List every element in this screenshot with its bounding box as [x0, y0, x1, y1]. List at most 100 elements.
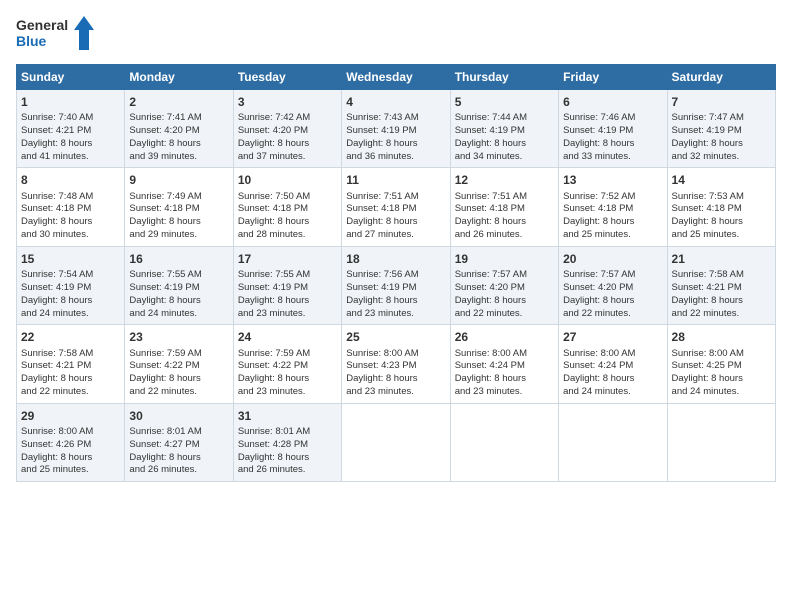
day-number: 18 [346, 251, 445, 267]
cell-line: Sunset: 4:21 PM [21, 360, 120, 373]
cell-line: Daylight: 8 hours [129, 138, 228, 151]
cell-line: Sunrise: 8:00 AM [346, 348, 445, 361]
cell-line: and 25 minutes. [672, 229, 771, 242]
calendar-cell: 28Sunrise: 8:00 AMSunset: 4:25 PMDayligh… [667, 325, 775, 403]
cell-line: Daylight: 8 hours [455, 295, 554, 308]
header-cell-thursday: Thursday [450, 65, 558, 90]
cell-line: and 22 minutes. [672, 308, 771, 321]
cell-line: Sunrise: 8:00 AM [563, 348, 662, 361]
cell-line: and 28 minutes. [238, 229, 337, 242]
calendar-cell: 11Sunrise: 7:51 AMSunset: 4:18 PMDayligh… [342, 168, 450, 246]
cell-line: Sunset: 4:20 PM [238, 125, 337, 138]
cell-line: Sunrise: 7:53 AM [672, 191, 771, 204]
day-number: 25 [346, 329, 445, 345]
cell-line: Sunrise: 8:00 AM [455, 348, 554, 361]
cell-line: and 39 minutes. [129, 151, 228, 164]
cell-line: Daylight: 8 hours [563, 295, 662, 308]
cell-line: Sunrise: 7:40 AM [21, 112, 120, 125]
week-row-3: 15 Sunrise: 7:54 AMSunset: 4:19 PM Dayligh… [17, 246, 776, 324]
cell-line: Daylight: 8 hours [21, 452, 120, 465]
cell-line: Daylight: 8 hours [672, 138, 771, 151]
cell-line: Daylight: 8 hours [238, 452, 337, 465]
calendar-cell: 17Sunrise: 7:55 AMSunset: 4:19 PMDayligh… [233, 246, 341, 324]
cell-line: Sunset: 4:22 PM [129, 360, 228, 373]
day-number: 1 [21, 94, 120, 110]
cell-line: Sunset: 4:25 PM [672, 360, 771, 373]
day-number: 20 [563, 251, 662, 267]
cell-line: Sunset: 4:19 PM [563, 125, 662, 138]
cell-line: Sunrise: 7:44 AM [455, 112, 554, 125]
cell-line: Sunrise: 7:49 AM [129, 191, 228, 204]
day-number: 15 [21, 251, 120, 267]
cell-line: and 30 minutes. [21, 229, 120, 242]
cell-line: and 23 minutes. [238, 308, 337, 321]
week-row-2: 8Sunrise: 7:48 AMSunset: 4:18 PMDaylight… [17, 168, 776, 246]
cell-line: and 32 minutes. [672, 151, 771, 164]
cell-line: and 25 minutes. [563, 229, 662, 242]
day-number: 17 [238, 251, 337, 267]
cell-line: Sunrise: 7:41 AM [129, 112, 228, 125]
calendar-cell: 16Sunrise: 7:55 AMSunset: 4:19 PMDayligh… [125, 246, 233, 324]
cell-line: and 22 minutes. [563, 308, 662, 321]
day-number: 21 [672, 251, 771, 267]
header-cell-friday: Friday [559, 65, 667, 90]
calendar-cell [667, 403, 775, 481]
week-row-5: 29Sunrise: 8:00 AMSunset: 4:26 PMDayligh… [17, 403, 776, 481]
cell-line: Sunrise: 7:51 AM [455, 191, 554, 204]
cell-line: and 22 minutes. [129, 386, 228, 399]
cell-line: Daylight: 8 hours [346, 373, 445, 386]
logo-svg: General Blue [16, 14, 96, 54]
cell-line: and 22 minutes. [455, 308, 554, 321]
cell-line: and 22 minutes. [21, 386, 120, 399]
cell-line: Sunrise: 8:01 AM [238, 426, 337, 439]
logo: General Blue [16, 14, 96, 54]
cell-line: Daylight: 8 hours [455, 138, 554, 151]
cell-line: Daylight: 8 hours [346, 216, 445, 229]
cell-line: Sunset: 4:20 PM [129, 125, 228, 138]
cell-line: Sunrise: 7:46 AM [563, 112, 662, 125]
cell-line: Daylight: 8 hours [21, 373, 120, 386]
cell-line: Daylight: 8 hours [238, 373, 337, 386]
cell-line: Daylight: 8 hours [455, 216, 554, 229]
cell-line: Sunrise: 8:01 AM [129, 426, 228, 439]
cell-line: and 23 minutes. [455, 386, 554, 399]
cell-line: Sunset: 4:18 PM [129, 203, 228, 216]
calendar-cell: 22Sunrise: 7:58 AMSunset: 4:21 PMDayligh… [17, 325, 125, 403]
day-number: 6 [563, 94, 662, 110]
calendar-cell: 12Sunrise: 7:51 AMSunset: 4:18 PMDayligh… [450, 168, 558, 246]
day-number: 7 [672, 94, 771, 110]
cell-line: Sunset: 4:20 PM [563, 282, 662, 295]
cell-line: Sunrise: 7:51 AM [346, 191, 445, 204]
cell-line: Sunrise: 7:54 AM [21, 269, 120, 282]
calendar-cell: 24Sunrise: 7:59 AMSunset: 4:22 PMDayligh… [233, 325, 341, 403]
day-number: 31 [238, 408, 337, 424]
cell-line: and 29 minutes. [129, 229, 228, 242]
cell-line: Sunset: 4:19 PM [21, 282, 120, 295]
day-number: 9 [129, 172, 228, 188]
calendar-cell: 14Sunrise: 7:53 AMSunset: 4:18 PMDayligh… [667, 168, 775, 246]
cell-line: Daylight: 8 hours [21, 138, 120, 151]
day-number: 3 [238, 94, 337, 110]
calendar-cell: 10Sunrise: 7:50 AMSunset: 4:18 PMDayligh… [233, 168, 341, 246]
cell-line: and 24 minutes. [563, 386, 662, 399]
calendar-cell [342, 403, 450, 481]
cell-line: Daylight: 8 hours [129, 216, 228, 229]
calendar-cell: 29Sunrise: 8:00 AMSunset: 4:26 PMDayligh… [17, 403, 125, 481]
cell-line: Sunrise: 7:59 AM [129, 348, 228, 361]
cell-line: and 26 minutes. [238, 464, 337, 477]
calendar-cell: 30Sunrise: 8:01 AMSunset: 4:27 PMDayligh… [125, 403, 233, 481]
day-number: 10 [238, 172, 337, 188]
cell-line: and 26 minutes. [455, 229, 554, 242]
calendar-cell: 5Sunrise: 7:44 AMSunset: 4:19 PMDaylight… [450, 90, 558, 168]
calendar-cell: 8Sunrise: 7:48 AMSunset: 4:18 PMDaylight… [17, 168, 125, 246]
cell-line: Daylight: 8 hours [346, 138, 445, 151]
calendar-table: SundayMondayTuesdayWednesdayThursdayFrid… [16, 64, 776, 482]
cell-line: Sunset: 4:21 PM [672, 282, 771, 295]
calendar-cell: 26Sunrise: 8:00 AMSunset: 4:24 PMDayligh… [450, 325, 558, 403]
cell-line: Sunrise: 7:58 AM [21, 348, 120, 361]
day-number: 8 [21, 172, 120, 188]
page-header: General Blue [16, 14, 776, 54]
day-number: 30 [129, 408, 228, 424]
cell-line: Daylight: 8 hours [672, 373, 771, 386]
calendar-cell: 27Sunrise: 8:00 AMSunset: 4:24 PMDayligh… [559, 325, 667, 403]
